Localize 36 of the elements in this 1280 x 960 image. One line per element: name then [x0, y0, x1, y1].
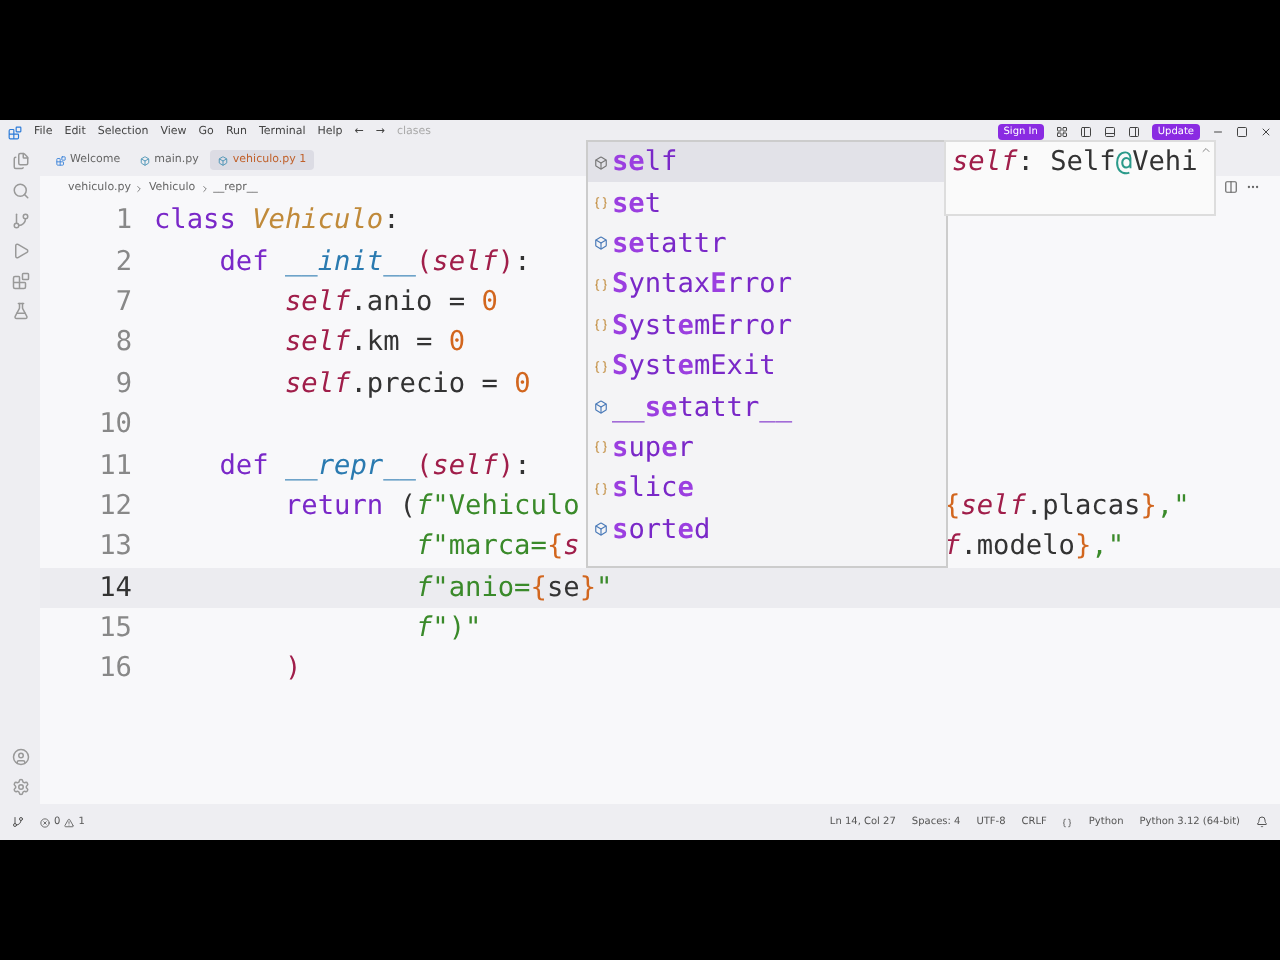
- code-line: def __repr__(self):: [217, 449, 531, 482]
- code-line: f.modelo},": [944, 530, 1125, 563]
- line-number: 2: [113, 245, 132, 278]
- suggestion-item[interactable]: SyntaxError: [588, 264, 946, 306]
- hover-text: self: Self@Vehi: [952, 146, 1198, 178]
- line-number: 14: [97, 571, 132, 604]
- line-number: 15: [97, 612, 132, 645]
- code-line: f"marca={s: [413, 530, 580, 563]
- code-line: class Vehiculo:: [154, 204, 400, 237]
- line-number: 11: [97, 449, 132, 482]
- line-number: 13: [97, 530, 132, 563]
- line-number: 16: [97, 652, 132, 685]
- code-line: self.precio = 0: [282, 367, 531, 400]
- line-number: 10: [97, 408, 132, 441]
- code-line: def __init__(self):: [217, 245, 531, 278]
- code-line: ): [282, 652, 302, 685]
- suggestion-item[interactable]: SystemExit: [588, 345, 946, 387]
- code-line: self.anio = 0: [282, 285, 498, 318]
- suggestion-item[interactable]: set: [588, 182, 946, 224]
- line-number: 1: [113, 204, 132, 237]
- code-line: return (f"Vehiculo: [282, 489, 580, 522]
- suggestion-item[interactable]: sorted: [588, 509, 946, 550]
- line-number: 7: [113, 285, 132, 318]
- suggestion-item[interactable]: SystemError: [588, 305, 946, 346]
- line-number: 9: [113, 367, 132, 400]
- suggestion-item[interactable]: slice: [588, 468, 946, 510]
- line-number: 12: [97, 489, 132, 522]
- code-line: f")": [413, 612, 482, 645]
- code-line: self.km = 0: [282, 326, 466, 359]
- code-line: {self.placas},": [944, 489, 1190, 522]
- suggestion-item[interactable]: setattr: [588, 223, 946, 265]
- suggestion-item[interactable]: __setattr__: [588, 386, 946, 428]
- suggestion-item[interactable]: super: [588, 427, 946, 469]
- code-line: f"anio={se}": [413, 571, 613, 604]
- line-number: 8: [113, 326, 132, 359]
- suggestion-item[interactable]: self: [588, 142, 946, 183]
